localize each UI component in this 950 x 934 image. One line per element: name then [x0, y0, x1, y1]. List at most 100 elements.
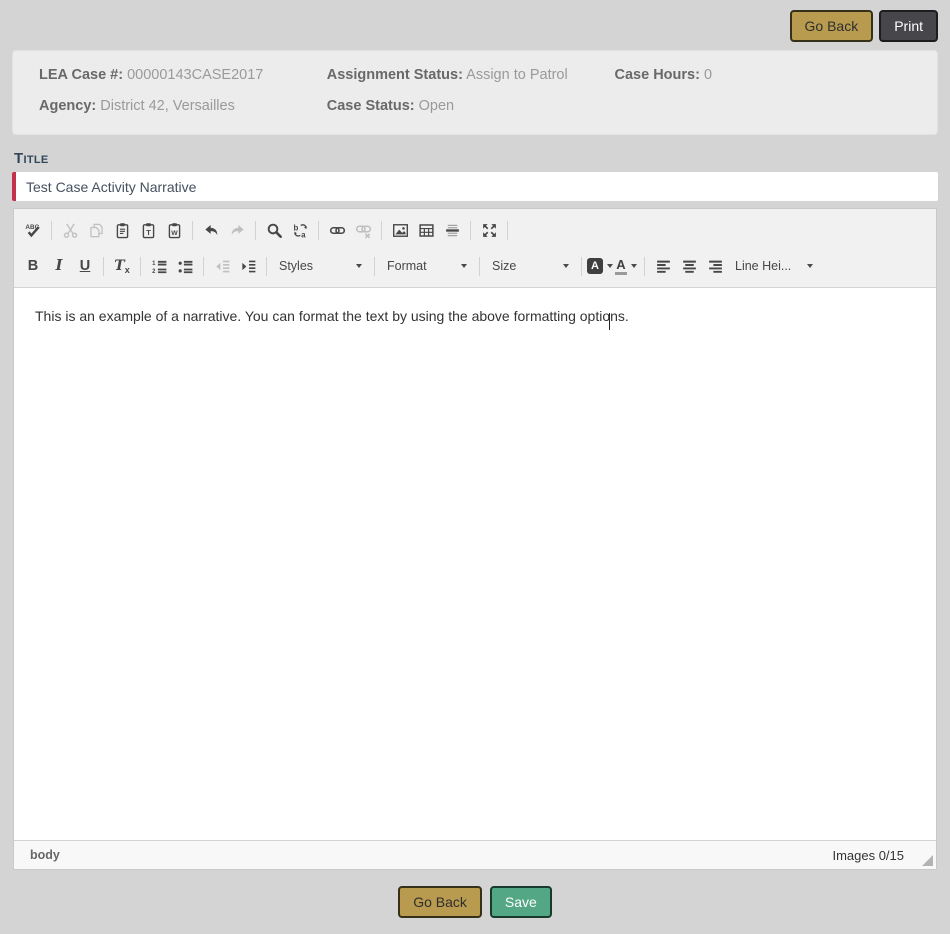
align-center-button[interactable]	[676, 253, 702, 279]
align-right-button[interactable]	[702, 253, 728, 279]
paste-icon	[114, 222, 131, 239]
field-value: District 42, Versailles	[100, 98, 235, 114]
svg-text:1: 1	[152, 261, 156, 267]
link-icon	[329, 222, 346, 239]
table-button[interactable]	[413, 217, 439, 243]
toolbar-separator	[318, 221, 319, 240]
svg-text:2: 2	[152, 268, 156, 274]
styles-combo[interactable]: Styles	[272, 254, 369, 279]
paste-text-button[interactable]: T	[135, 217, 161, 243]
bulleted-list-button[interactable]	[172, 253, 198, 279]
align-right-icon	[707, 258, 724, 275]
cut-icon	[62, 222, 79, 239]
paste-word-button[interactable]: W	[161, 217, 187, 243]
paste-button[interactable]	[109, 217, 135, 243]
go-back-button-bottom[interactable]: Go Back	[398, 886, 482, 918]
lea-case-number-field: LEA Case #: 00000143CASE2017	[39, 67, 327, 83]
combo-label: Size	[492, 259, 516, 273]
spellcheck-icon: ABC	[25, 222, 42, 239]
case-status-field: Case Status: Open	[327, 98, 615, 114]
italic-button[interactable]: I	[46, 253, 72, 279]
toolbar-separator	[255, 221, 256, 240]
find-icon	[266, 222, 283, 239]
undo-icon	[203, 222, 220, 239]
horizontal-rule-button[interactable]	[439, 217, 465, 243]
remove-format-button[interactable]: Tx	[109, 253, 135, 279]
indent-icon	[240, 258, 257, 275]
print-button[interactable]: Print	[879, 10, 938, 42]
toolbar-separator	[266, 257, 267, 276]
paste-text-icon: T	[140, 222, 157, 239]
italic-icon: I	[56, 259, 63, 274]
top-bar: Go Back Print	[0, 0, 950, 50]
editor-toolbar: ABC T Wba BIU Tx 12 Styles Format Size AA Line He…	[14, 209, 936, 288]
line-height-combo[interactable]: Line Hei...	[728, 254, 820, 279]
image-icon	[392, 222, 409, 239]
spellcheck-button[interactable]: ABC	[20, 217, 46, 243]
text-color-button[interactable]: A	[613, 253, 639, 279]
size-combo[interactable]: Size	[485, 254, 576, 279]
paste-word-icon: W	[166, 222, 183, 239]
field-label: LEA Case #:	[39, 67, 123, 83]
maximize-icon	[481, 222, 498, 239]
numbered-list-icon: 12	[151, 258, 168, 275]
indent-button[interactable]	[235, 253, 261, 279]
rich-text-editor: ABC T Wba BIU Tx 12 Styles Format Size AA Line He…	[13, 208, 937, 870]
go-back-button-top[interactable]: Go Back	[790, 10, 874, 42]
resize-grip-icon[interactable]	[922, 855, 933, 866]
image-button[interactable]	[387, 217, 413, 243]
svg-text:W: W	[171, 229, 178, 236]
title-input[interactable]	[12, 172, 938, 201]
toolbar-separator	[51, 221, 52, 240]
chevron-down-icon	[807, 264, 813, 268]
outdent-icon	[214, 258, 231, 275]
find-button[interactable]	[261, 217, 287, 243]
field-value: Open	[419, 98, 454, 114]
cut-button	[57, 217, 83, 243]
chevron-down-icon	[563, 264, 569, 268]
table-icon	[418, 222, 435, 239]
bold-button[interactable]: B	[20, 253, 46, 279]
svg-text:T: T	[146, 228, 151, 237]
numbered-list-button[interactable]: 12	[146, 253, 172, 279]
images-counter: Images 0/15	[832, 848, 904, 863]
svg-text:b: b	[293, 223, 298, 232]
toolbar-row-1: ABC T Wba	[20, 212, 930, 248]
link-button[interactable]	[324, 217, 350, 243]
field-label: Case Hours:	[615, 67, 700, 83]
format-combo[interactable]: Format	[380, 254, 474, 279]
text-color-icon: A	[615, 258, 636, 275]
text-cursor	[609, 313, 610, 330]
redo-button	[224, 217, 250, 243]
align-left-button[interactable]	[650, 253, 676, 279]
narrative-text: This is an example of a narrative. You c…	[35, 308, 629, 324]
redo-icon	[229, 222, 246, 239]
replace-button[interactable]: ba	[287, 217, 313, 243]
field-label: Agency:	[39, 98, 96, 114]
underline-button[interactable]: U	[72, 253, 98, 279]
svg-text:a: a	[301, 230, 306, 238]
background-color-icon: A	[587, 258, 613, 274]
editor-content-area[interactable]: This is an example of a narrative. You c…	[14, 288, 936, 840]
title-label: Title	[14, 150, 936, 167]
element-path[interactable]: body	[30, 848, 60, 862]
background-color-button[interactable]: A	[587, 253, 613, 279]
toolbar-separator	[479, 257, 480, 276]
toolbar-separator	[140, 257, 141, 276]
remove-format-icon: Tx	[114, 257, 129, 275]
toolbar-separator	[381, 221, 382, 240]
agency-field: Agency: District 42, Versailles	[39, 98, 327, 114]
field-value: Assign to Patrol	[466, 67, 568, 83]
assignment-status-field: Assignment Status: Assign to Patrol	[327, 67, 615, 83]
footer-bar: Go Back Save	[0, 870, 950, 934]
field-value: 00000143CASE2017	[127, 67, 263, 83]
case-hours-field: Case Hours: 0	[615, 67, 911, 83]
toolbar-separator	[581, 257, 582, 276]
combo-label: Format	[387, 259, 427, 273]
chevron-down-icon	[461, 264, 467, 268]
undo-button[interactable]	[198, 217, 224, 243]
save-button[interactable]: Save	[490, 886, 552, 918]
toolbar-row-2: BIU Tx 12 Styles Format Size AA Line Hei...	[20, 248, 930, 284]
toolbar-separator	[192, 221, 193, 240]
maximize-button[interactable]	[476, 217, 502, 243]
